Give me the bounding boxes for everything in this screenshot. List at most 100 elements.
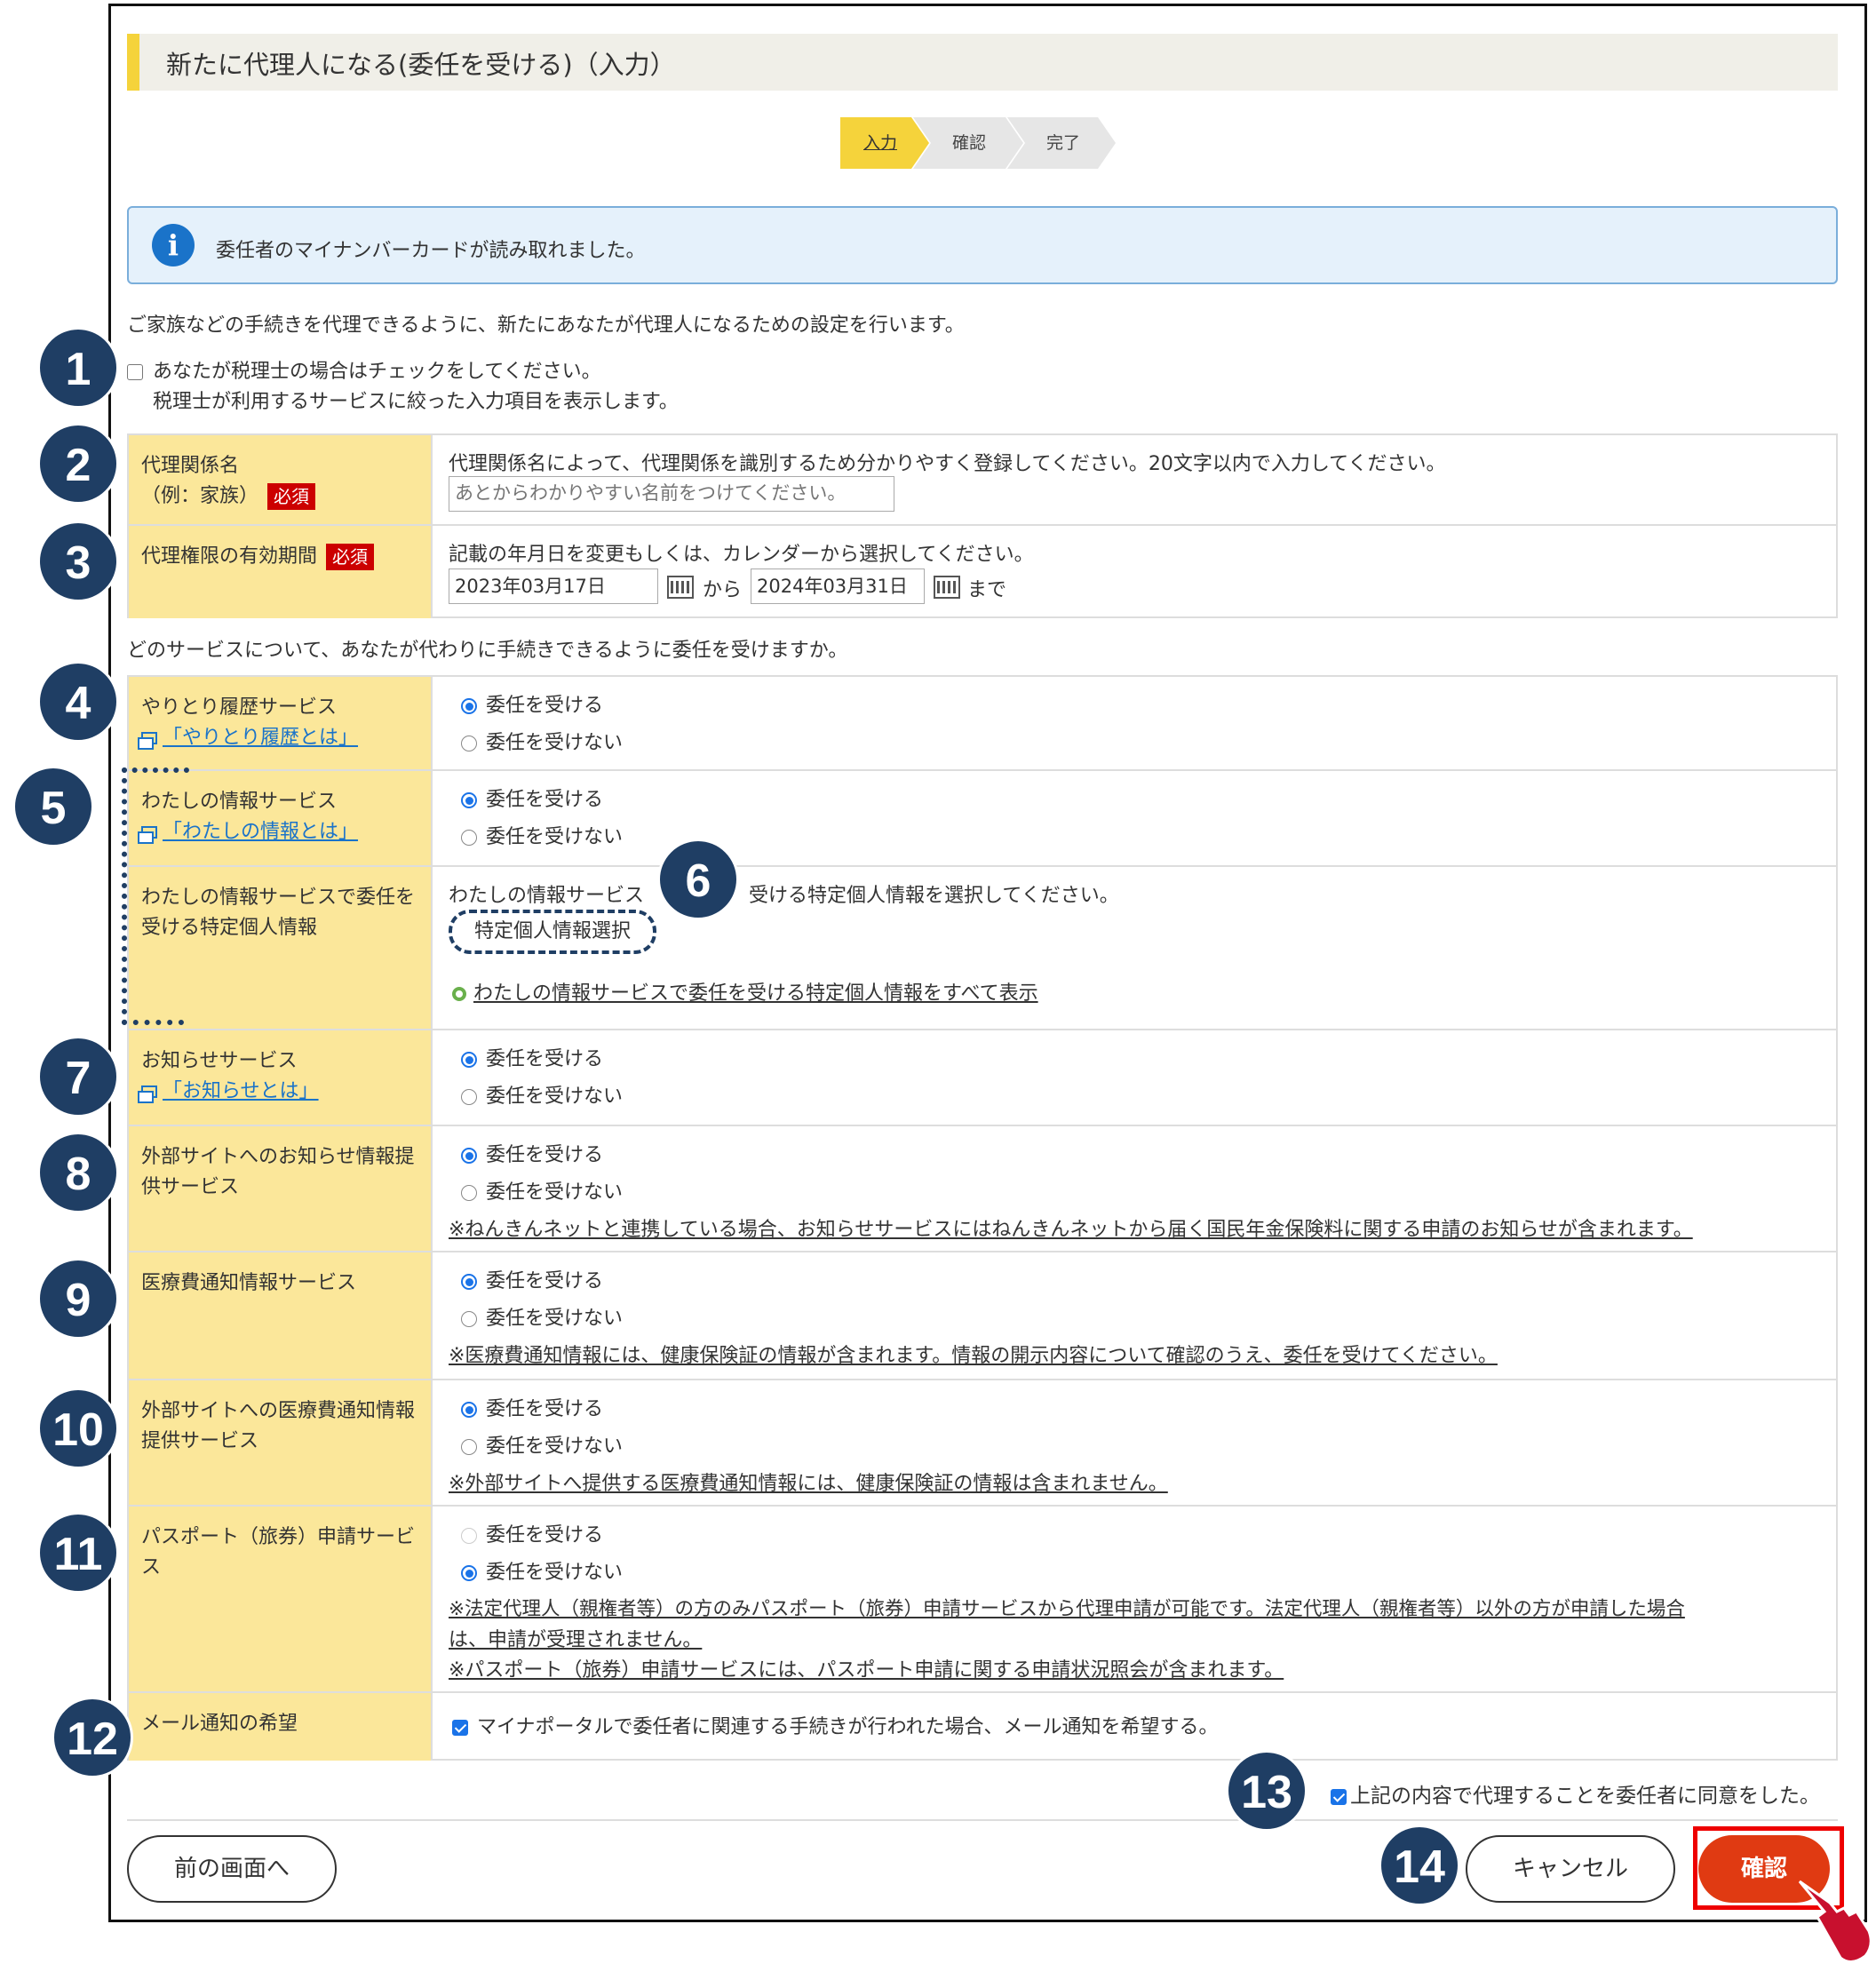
calendar-icon[interactable]: [934, 576, 960, 599]
decline-label: 委任を受けない: [486, 1181, 624, 1204]
specific-info-select-button[interactable]: 特定個人情報選択: [449, 910, 656, 954]
radio-unselected[interactable]: [461, 1089, 477, 1105]
accept-label: 委任を受ける: [486, 1398, 604, 1420]
cancel-button[interactable]: キャンセル: [1466, 1835, 1675, 1903]
mail-notify-option[interactable]: マイナポータルで委任者に関連する手続きが行われた場合、メール通知を希望する。: [452, 1711, 1218, 1739]
ext-notice-service-row: 外部サイトへのお知らせ情報提供サービス 委任を受ける 委任を受けない ※ねんきん…: [129, 1126, 1836, 1252]
history-accept-option[interactable]: 委任を受ける: [461, 689, 603, 718]
relation-example: （例：家族）: [141, 485, 259, 507]
history-link[interactable]: 「やりとり履歴とは」: [163, 727, 358, 749]
period-desc: 記載の年月日を変更もしくは、カレンダーから選択してください。: [449, 544, 1034, 566]
ext-medical-service-row: 外部サイトへの医療費通知情報提供サービス 委任を受ける 委任を受けない ※外部サ…: [129, 1380, 1836, 1507]
relation-name-input[interactable]: [449, 476, 894, 512]
notice-decline-option[interactable]: 委任を受けない: [461, 1080, 623, 1109]
highlight-dashed-bottom: [122, 1020, 184, 1025]
callout-badge-9: 9: [37, 1258, 119, 1340]
back-button[interactable]: 前の画面へ: [127, 1835, 337, 1903]
decline-label: 委任を受けない: [486, 1562, 624, 1584]
history-service-row: やりとり履歴サービス「やりとり履歴とは」 委任を受ける 委任を受けない: [129, 677, 1836, 771]
specific-value-cell: わたしの情報サービス 受ける特定個人情報を選択してください。 特定個人情報選択 わ…: [449, 867, 1827, 1029]
history-decline-option[interactable]: 委任を受けない: [461, 727, 623, 755]
divider: [127, 1819, 1838, 1821]
period-label: 代理権限の有効期間: [141, 545, 318, 568]
radio-unselected[interactable]: [461, 1185, 477, 1201]
passport-service-row: パスポート（旅券）申請サービス 委任を受ける 委任を受けない ※法定代理人（親権…: [129, 1507, 1836, 1693]
mail-notify-checkbox[interactable]: [452, 1720, 468, 1736]
show-all-link[interactable]: わたしの情報サービスで委任を受ける特定個人情報をすべて表示: [473, 982, 1038, 1005]
radio-selected[interactable]: [461, 1402, 477, 1418]
history-label-cell: やりとり履歴サービス「やりとり履歴とは」: [129, 677, 433, 769]
specific-desc-start: わたしの情報サービス: [449, 885, 645, 907]
highlight-dashed-bracket: [122, 767, 184, 1025]
passport-note-line2: は、申請が受理されません。: [449, 1629, 703, 1651]
decline-label: 委任を受けない: [486, 1085, 624, 1108]
relation-label: 代理関係名: [141, 455, 240, 477]
callout-badge-11: 11: [37, 1512, 119, 1594]
show-all-link-wrap[interactable]: わたしの情報サービスで委任を受ける特定個人情報をすべて表示: [452, 977, 1038, 1006]
radio-selected[interactable]: [461, 1148, 477, 1164]
callout-badge-13: 13: [1226, 1750, 1308, 1832]
ext-notice-decline-option[interactable]: 委任を受けない: [461, 1176, 623, 1205]
radio-selected[interactable]: [461, 698, 477, 714]
medical-label-cell: 医療費通知情報サービス: [129, 1252, 433, 1379]
radio-selected[interactable]: [461, 792, 477, 808]
ext-medical-note: ※外部サイトへ提供する医療費通知情報には、健康保険証の情報は含まれません。: [449, 1473, 1168, 1495]
tax-accountant-label: あなたが税理士の場合はチェックをしてください。: [153, 361, 601, 383]
notice-link[interactable]: 「お知らせとは」: [163, 1080, 319, 1102]
external-link-icon: [138, 732, 157, 750]
ext-notice-accept-option[interactable]: 委任を受ける: [461, 1139, 603, 1167]
tax-accountant-option[interactable]: あなたが税理士の場合はチェックをしてください。: [127, 355, 601, 384]
ext-notice-note: ※ねんきんネットと連携している場合、お知らせサービスにはねんきんネットから届く国…: [449, 1219, 1693, 1241]
basic-settings-table: 代理関係名 （例：家族） 必須 代理関係名によって、代理関係を識別するため分かりやす…: [127, 433, 1838, 618]
myinfo-accept-option[interactable]: 委任を受ける: [461, 783, 603, 812]
consent-option[interactable]: 上記の内容で代理することを委任者に同意をした。: [1331, 1778, 1820, 1809]
relation-value-cell: 代理関係名によって、代理関係を識別するため分かりやすく登録してください。20文字…: [449, 435, 1827, 524]
myinfo-link[interactable]: 「わたしの情報とは」: [163, 821, 358, 843]
history-label: やりとり履歴サービス: [141, 696, 338, 719]
radio-selected[interactable]: [461, 1274, 477, 1290]
decline-label: 委任を受けない: [486, 1308, 624, 1330]
radio-selected[interactable]: [461, 1052, 477, 1068]
ext-medical-decline-option[interactable]: 委任を受けない: [461, 1430, 623, 1459]
medical-decline-option[interactable]: 委任を受けない: [461, 1302, 623, 1331]
callout-badge-8: 8: [37, 1132, 119, 1213]
myinfo-decline-option[interactable]: 委任を受けない: [461, 821, 623, 849]
info-banner: i 委任者のマイナンバーカードが読み取れました。: [127, 206, 1838, 284]
period-to-input[interactable]: 2024年03月31日: [751, 569, 925, 604]
passport-accept-option[interactable]: 委任を受ける: [461, 1519, 603, 1547]
medical-accept-option[interactable]: 委任を受ける: [461, 1265, 603, 1293]
relation-row: 代理関係名 （例：家族） 必須 代理関係名によって、代理関係を識別するため分かりやす…: [129, 435, 1836, 526]
period-value-cell: 記載の年月日を変更もしくは、カレンダーから選択してください。 2023年03月1…: [449, 526, 1827, 618]
passport-decline-option[interactable]: 委任を受けない: [461, 1556, 623, 1585]
ext-medical-label-cell: 外部サイトへの医療費通知情報提供サービス: [129, 1380, 433, 1505]
radio-unselected[interactable]: [461, 1311, 477, 1327]
radio-disabled[interactable]: [461, 1528, 477, 1544]
radio-unselected[interactable]: [461, 830, 477, 846]
medical-note: ※医療費通知情報には、健康保険証の情報が含まれます。情報の開示内容について確認の…: [449, 1345, 1498, 1367]
radio-selected[interactable]: [461, 1565, 477, 1581]
accept-label: 委任を受ける: [486, 695, 604, 717]
period-label-cell: 代理権限の有効期間 必須: [129, 526, 433, 618]
consent-checkbox[interactable]: [1331, 1788, 1347, 1805]
notice-service-row: お知らせサービス 「お知らせとは」 委任を受ける 委任を受けない: [129, 1030, 1836, 1126]
services-question: どのサービスについて、あなたが代わりに手続きできるように委任を受けますか。: [127, 640, 848, 662]
required-badge: 必須: [326, 544, 375, 570]
notice-accept-option[interactable]: 委任を受ける: [461, 1043, 603, 1071]
mail-value-cell: マイナポータルで委任者に関連する手続きが行われた場合、メール通知を希望する。: [449, 1693, 1827, 1761]
tax-accountant-note: 税理士が利用するサービスに絞った入力項目を表示します。: [153, 391, 679, 413]
highlight-dashed-top: [122, 767, 189, 773]
calendar-icon[interactable]: [667, 576, 694, 599]
period-from-input[interactable]: 2023年03月17日: [449, 569, 658, 604]
ext-medical-accept-option[interactable]: 委任を受ける: [461, 1393, 603, 1421]
callout-badge-1: 1: [37, 327, 119, 409]
radio-unselected[interactable]: [461, 736, 477, 751]
passport-label: パスポート（旅券）申請サービス: [141, 1526, 416, 1578]
mail-label: メール通知の希望: [141, 1713, 298, 1735]
ext-notice-value-cell: 委任を受ける 委任を受けない ※ねんきんネットと連携している場合、お知らせサービ…: [449, 1126, 1827, 1251]
callout-badge-7: 7: [37, 1036, 119, 1117]
radio-unselected[interactable]: [461, 1439, 477, 1455]
callout-badge-10: 10: [37, 1388, 119, 1469]
accept-label: 委任を受ける: [486, 1270, 604, 1292]
tax-accountant-checkbox[interactable]: [127, 364, 143, 380]
passport-label-cell: パスポート（旅券）申請サービス: [129, 1507, 433, 1691]
